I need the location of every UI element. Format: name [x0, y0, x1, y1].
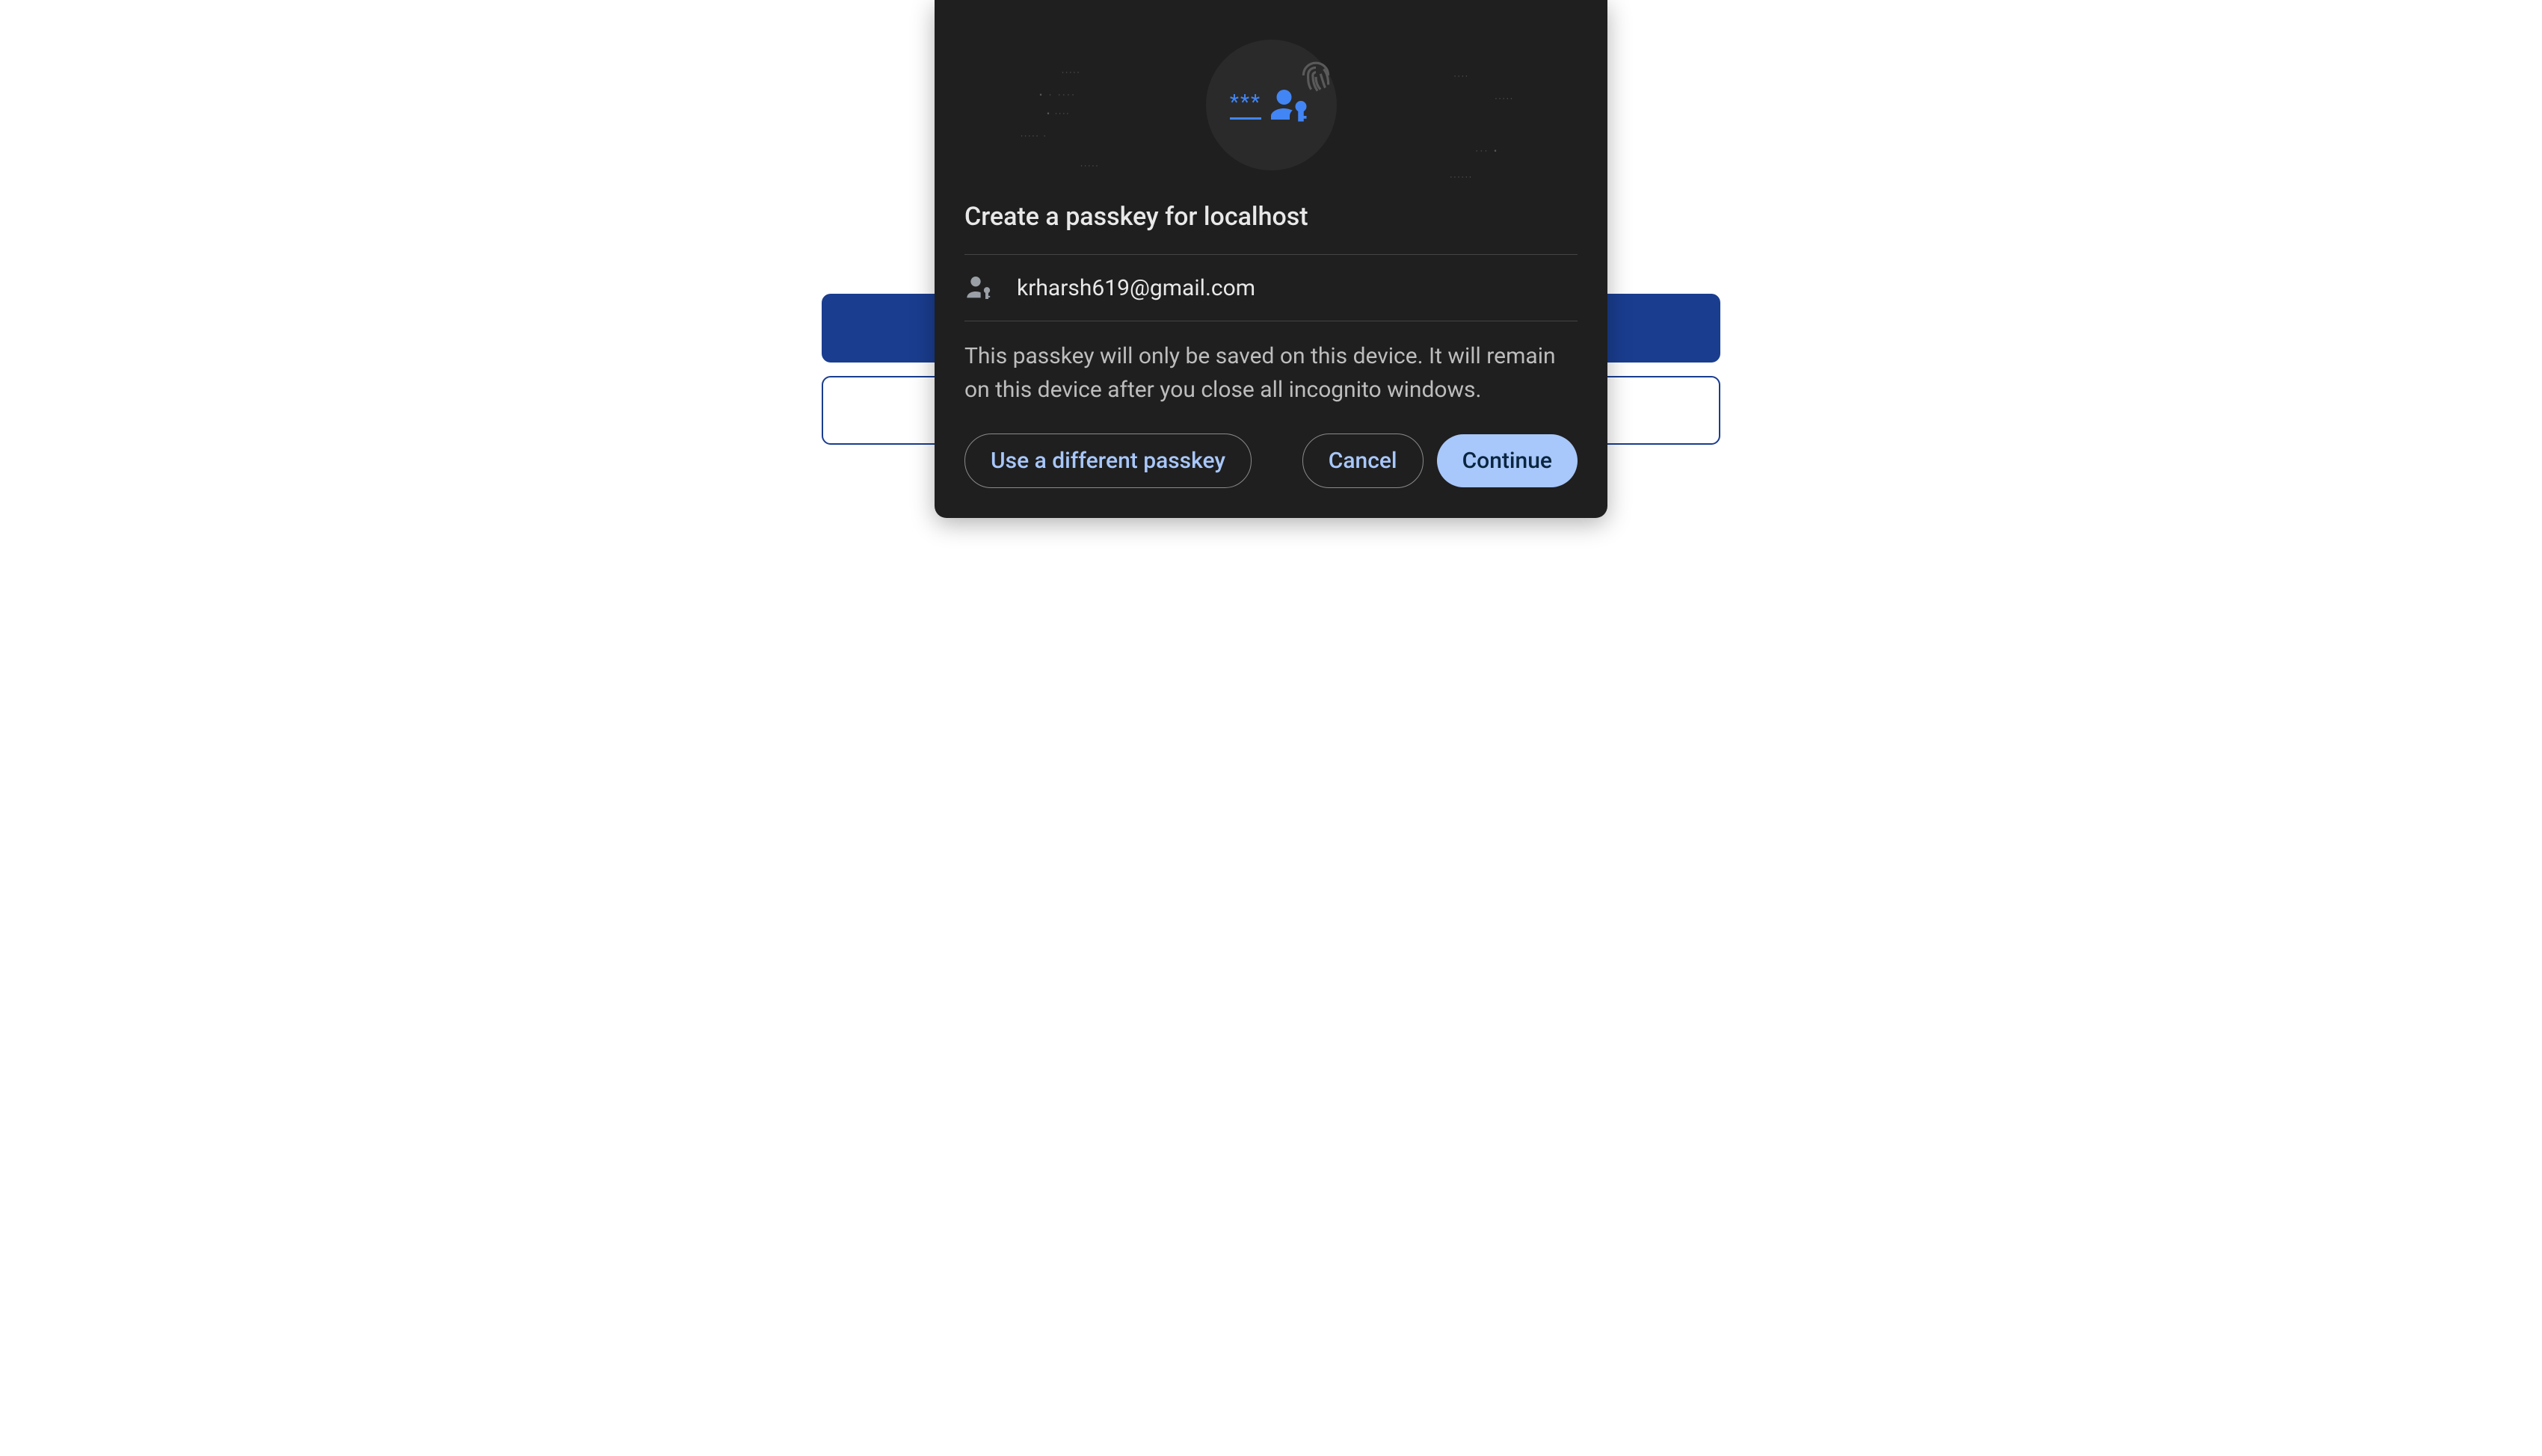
cancel-button[interactable]: Cancel — [1302, 434, 1424, 488]
passkey-create-dialog: ····· • · ···· • ···· ····· · ····· ····… — [935, 0, 1607, 518]
account-row: krharsh619@gmail.com — [964, 255, 1578, 321]
decoration-dots: • ···· — [1047, 108, 1071, 119]
passkey-badge-background: *** — [1206, 40, 1337, 170]
decoration-dots: ······ — [1450, 172, 1473, 182]
continue-button[interactable]: Continue — [1437, 434, 1578, 487]
decoration-dots: ··· • — [1476, 146, 1499, 156]
decoration-dots: • · ···· — [1039, 90, 1077, 100]
decoration-dots: ····· — [1495, 93, 1514, 104]
dialog-description: This passkey will only be saved on this … — [964, 321, 1578, 434]
dialog-title: Create a passkey for localhost — [964, 202, 1578, 232]
fingerprint-icon — [1297, 60, 1335, 97]
decoration-dots: ····· — [1062, 67, 1081, 78]
account-email: krharsh619@gmail.com — [1017, 275, 1255, 301]
decoration-dots: ···· — [1453, 71, 1469, 81]
decoration-dots: ····· — [1080, 161, 1100, 171]
decoration-dots: ····· · — [1021, 131, 1047, 141]
password-asterisks-icon: *** — [1230, 90, 1261, 120]
use-different-passkey-button[interactable]: Use a different passkey — [964, 434, 1252, 488]
passkey-illustration: ····· • · ···· • ···· ····· · ····· ····… — [964, 30, 1578, 179]
dialog-button-row: Use a different passkey Cancel Continue — [964, 434, 1578, 488]
person-passkey-icon — [964, 273, 994, 303]
